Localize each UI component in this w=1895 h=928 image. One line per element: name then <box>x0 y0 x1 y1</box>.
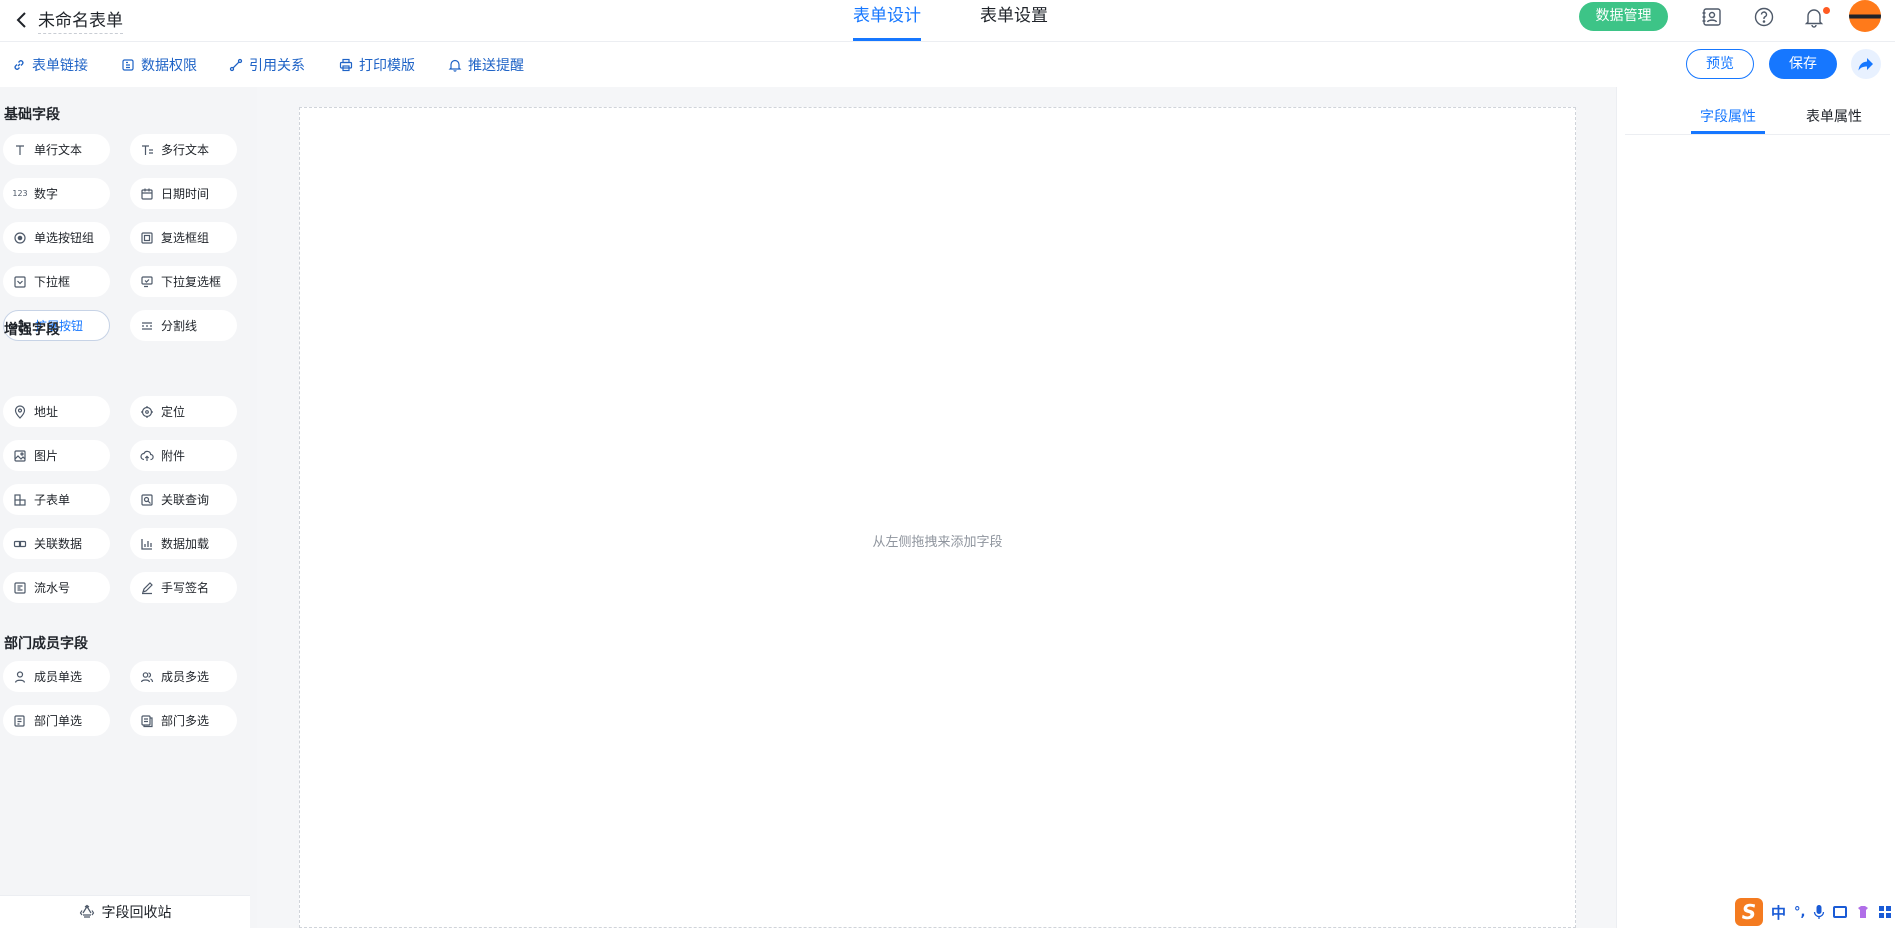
tab-field-properties[interactable]: 字段属性 <box>1691 106 1765 134</box>
save-button[interactable]: 保存 <box>1769 49 1837 79</box>
users-icon <box>140 670 154 684</box>
field-palette: 基础字段 单行文本 多行文本 123 数字 日期时间 单选按钮组 复选框组 下拉… <box>0 87 257 928</box>
share-button[interactable] <box>1851 49 1881 79</box>
microphone-icon[interactable] <box>1813 904 1825 920</box>
recycle-icon <box>79 904 94 918</box>
data-manage-button[interactable]: 数据管理 <box>1579 2 1668 31</box>
reference-relation-button[interactable]: 引用关系 <box>229 55 305 75</box>
share-arrow-icon <box>1858 58 1873 71</box>
field-multi-text[interactable]: 多行文本 <box>130 134 237 165</box>
design-canvas-area: 从左侧拖拽来添加字段 <box>257 87 1616 928</box>
image-icon <box>13 449 27 463</box>
field-department-single[interactable]: 部门单选 <box>3 705 110 736</box>
bar-chart-icon <box>140 537 154 551</box>
field-positioning[interactable]: 定位 <box>130 396 237 427</box>
field-linked-data[interactable]: 关联数据 <box>3 528 110 559</box>
help-icon[interactable] <box>1753 6 1775 28</box>
divider-icon <box>140 319 154 333</box>
pen-icon <box>140 581 154 595</box>
print-template-button[interactable]: 打印模版 <box>339 55 415 75</box>
ime-language[interactable]: 中 <box>1771 902 1786 923</box>
field-single-text[interactable]: 单行文本 <box>3 134 110 165</box>
avatar[interactable] <box>1849 0 1881 32</box>
properties-tabs: 字段属性 表单属性 <box>1625 87 1890 135</box>
number-icon: 123 <box>12 189 28 198</box>
field-data-load[interactable]: 数据加载 <box>130 528 237 559</box>
departments-icon <box>140 714 154 728</box>
section-title-enhanced: 增强字段 <box>4 322 60 338</box>
form-link-label: 表单链接 <box>32 58 88 74</box>
data-permission-button[interactable]: 数据权限 <box>121 55 197 75</box>
keyboard-icon[interactable] <box>1833 906 1848 918</box>
field-radio-group[interactable]: 单选按钮组 <box>3 222 110 253</box>
preview-button[interactable]: 预览 <box>1686 49 1754 79</box>
field-serial-number[interactable]: 流水号 <box>3 572 110 603</box>
drop-hint: 从左侧拖拽来添加字段 <box>872 535 1003 550</box>
dropdown-icon <box>13 275 27 289</box>
location-pin-icon <box>13 404 27 419</box>
field-recycle-bin-button[interactable]: 字段回收站 <box>0 895 250 928</box>
user-icon <box>13 670 27 684</box>
ime-toolbar: S 中 °, <box>1733 896 1895 928</box>
field-department-multi[interactable]: 部门多选 <box>130 705 237 736</box>
ime-punctuation[interactable]: °, <box>1794 905 1805 920</box>
linked-data-icon <box>13 537 27 551</box>
dropdown-checkbox-icon <box>140 275 154 289</box>
field-subform[interactable]: 子表单 <box>3 484 110 515</box>
calendar-icon <box>140 187 154 201</box>
section-title-department: 部门成员字段 <box>4 636 88 652</box>
cloud-upload-icon <box>140 449 154 463</box>
top-bar: 未命名表单 表单设计 表单设置 数据管理 <box>0 0 1895 42</box>
properties-panel: 字段属性 表单属性 <box>1616 87 1895 928</box>
print-template-label: 打印模版 <box>359 58 415 74</box>
print-icon <box>339 58 353 72</box>
field-attachment[interactable]: 附件 <box>130 440 237 471</box>
contact-card-icon[interactable] <box>1701 6 1723 28</box>
reference-relation-label: 引用关系 <box>249 58 305 74</box>
field-datetime[interactable]: 日期时间 <box>130 178 237 209</box>
form-drop-zone[interactable]: 从左侧拖拽来添加字段 <box>299 107 1576 928</box>
tab-form-design[interactable]: 表单设计 <box>853 5 921 41</box>
text-icon <box>13 143 27 157</box>
field-divider[interactable]: 分割线 <box>130 310 237 341</box>
field-linked-query[interactable]: 关联查询 <box>130 484 237 515</box>
back-arrow-icon[interactable] <box>10 8 34 32</box>
push-reminder-button[interactable]: 推送提醒 <box>448 55 524 75</box>
field-dropdown-checkbox[interactable]: 下拉复选框 <box>130 266 237 297</box>
field-checkbox-group[interactable]: 复选框组 <box>130 222 237 253</box>
notification-badge <box>1823 7 1830 14</box>
relation-icon <box>229 58 243 72</box>
bell-icon <box>448 59 462 72</box>
skin-icon[interactable] <box>1855 904 1871 920</box>
permission-icon <box>122 59 134 71</box>
field-dropdown[interactable]: 下拉框 <box>3 266 110 297</box>
push-reminder-label: 推送提醒 <box>468 58 524 74</box>
form-link-button[interactable]: 表单链接 <box>12 55 88 75</box>
sogou-logo-icon[interactable]: S <box>1735 898 1763 926</box>
tab-form-properties[interactable]: 表单属性 <box>1806 106 1862 134</box>
toolbox-grid-icon[interactable] <box>1879 906 1892 918</box>
crosshair-icon <box>140 405 154 419</box>
field-member-multi[interactable]: 成员多选 <box>130 661 237 692</box>
field-member-single[interactable]: 成员单选 <box>3 661 110 692</box>
notification-bell-icon[interactable] <box>1803 6 1825 28</box>
form-toolbar: 表单链接 数据权限 引用关系 打印模版 推送提醒 预览 保存 <box>0 42 1895 87</box>
data-permission-label: 数据权限 <box>141 58 197 74</box>
field-address[interactable]: 地址 <box>3 396 110 427</box>
checkbox-icon <box>140 231 154 245</box>
field-signature[interactable]: 手写签名 <box>130 572 237 603</box>
radio-icon <box>13 231 27 245</box>
section-title-basic: 基础字段 <box>4 107 60 123</box>
field-number[interactable]: 123 数字 <box>3 178 110 209</box>
link-icon <box>14 60 24 70</box>
field-image[interactable]: 图片 <box>3 440 110 471</box>
serial-number-icon <box>13 581 27 595</box>
form-title[interactable]: 未命名表单 <box>38 6 123 34</box>
recycle-label: 字段回收站 <box>101 905 172 921</box>
department-icon <box>13 714 27 728</box>
tab-form-settings[interactable]: 表单设置 <box>980 5 1048 41</box>
subform-icon <box>13 493 27 507</box>
lookup-icon <box>140 493 154 507</box>
multiline-text-icon <box>140 143 154 157</box>
